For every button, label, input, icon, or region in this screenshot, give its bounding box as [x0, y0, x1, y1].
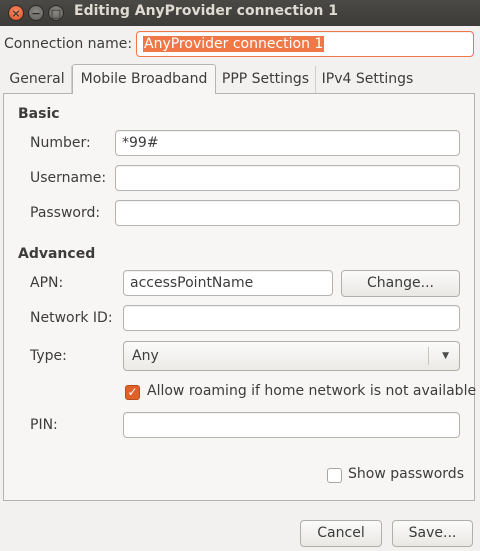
tab-mobile-broadband[interactable]: Mobile Broadband: [72, 64, 216, 94]
tab-ipv4-settings[interactable]: IPv4 Settings: [316, 66, 419, 93]
connection-name-value: AnyProvider connection 1: [143, 36, 325, 52]
number-input[interactable]: *99#: [115, 130, 460, 156]
username-input[interactable]: [115, 165, 460, 191]
close-icon[interactable]: ×: [8, 5, 24, 21]
connection-name-input[interactable]: AnyProvider connection 1: [136, 31, 474, 57]
change-button[interactable]: Change...: [341, 270, 460, 297]
maximize-icon[interactable]: □: [48, 5, 64, 21]
password-label: Password:: [30, 205, 101, 221]
type-label: Type:: [30, 348, 67, 364]
apn-label: APN:: [30, 275, 64, 291]
advanced-heading: Advanced: [18, 246, 96, 262]
username-label: Username:: [30, 170, 107, 186]
title-bar: × − □ Editing AnyProvider connection 1: [0, 0, 480, 26]
window-title: Editing AnyProvider connection 1: [74, 3, 339, 19]
tab-general[interactable]: General: [3, 66, 72, 93]
apn-input[interactable]: accessPointName: [123, 270, 333, 296]
connection-name-label: Connection name:: [4, 36, 133, 52]
roaming-checkbox[interactable]: ✓: [125, 385, 140, 400]
chevron-down-icon: ▼: [442, 351, 449, 361]
tab-ppp-settings[interactable]: PPP Settings: [216, 66, 316, 93]
show-passwords-checkbox[interactable]: [327, 468, 342, 483]
password-input[interactable]: [115, 200, 460, 226]
pin-label: PIN:: [30, 417, 58, 433]
pin-input[interactable]: [123, 412, 460, 438]
network-id-label: Network ID:: [30, 310, 113, 326]
network-id-input[interactable]: [123, 305, 460, 331]
type-selected-value: Any: [132, 348, 159, 364]
show-passwords-label[interactable]: Show passwords: [348, 466, 464, 482]
roaming-label[interactable]: Allow roaming if home network is not ava…: [147, 383, 476, 399]
save-button[interactable]: Save...: [392, 520, 473, 547]
number-label: Number:: [30, 135, 91, 151]
minimize-icon[interactable]: −: [28, 5, 44, 21]
type-dropdown[interactable]: Any ▼: [123, 341, 460, 371]
cancel-button[interactable]: Cancel: [300, 520, 382, 547]
dropdown-separator: [428, 347, 429, 365]
basic-heading: Basic: [18, 106, 60, 122]
